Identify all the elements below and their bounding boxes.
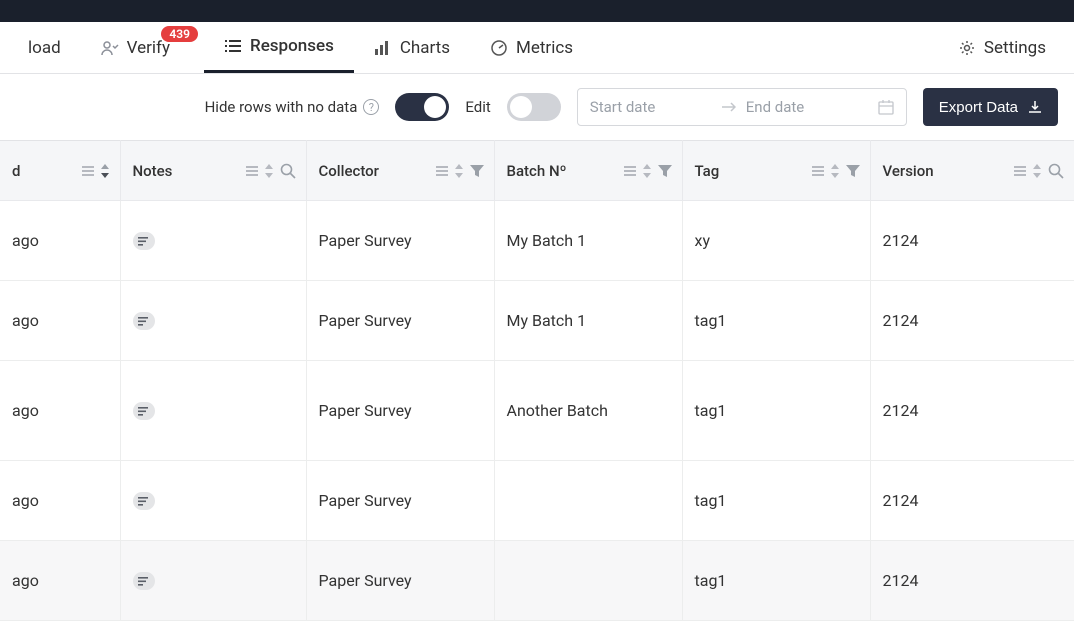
cell-version: 2124 [870, 201, 1074, 281]
note-icon[interactable] [133, 232, 155, 250]
hide-rows-toggle[interactable] [395, 93, 449, 121]
table-row[interactable]: ago Paper Survey tag1 2124 [0, 541, 1074, 621]
main-tabs: load Verify 439 Responses Charts Metrics… [0, 22, 1074, 74]
filter-icon[interactable] [658, 164, 672, 178]
table-row[interactable]: ago Paper Survey My Batch 1 tag1 2124 [0, 281, 1074, 361]
cell-notes[interactable] [120, 541, 306, 621]
sort-icon[interactable] [100, 164, 110, 178]
cell-time: ago [0, 201, 120, 281]
list-small-icon[interactable] [812, 166, 824, 176]
cell-version: 2124 [870, 361, 1074, 461]
sort-icon[interactable] [264, 164, 274, 178]
filter-icon[interactable] [470, 164, 484, 178]
bar-chart-icon [374, 39, 392, 57]
filter-icon[interactable] [846, 164, 860, 178]
col-header-batch[interactable]: Batch Nº [494, 141, 682, 201]
sort-icon[interactable] [830, 164, 840, 178]
export-button[interactable]: Export Data [923, 88, 1058, 126]
responses-table: d Notes Collector [0, 140, 1074, 621]
search-icon[interactable] [280, 163, 296, 179]
cell-batch [494, 541, 682, 621]
cell-notes[interactable] [120, 461, 306, 541]
arrow-right-icon [722, 102, 736, 112]
cell-notes[interactable] [120, 201, 306, 281]
download-icon [1028, 100, 1042, 114]
cell-collector: Paper Survey [306, 281, 494, 361]
table-header-row: d Notes Collector [0, 141, 1074, 201]
tab-verify[interactable]: Verify 439 [81, 22, 204, 73]
gauge-icon [490, 39, 508, 57]
tab-load[interactable]: load [8, 22, 81, 73]
sort-icon[interactable] [454, 164, 464, 178]
tab-charts-label: Charts [400, 38, 450, 58]
col-header-version[interactable]: Version [870, 141, 1074, 201]
sort-icon[interactable] [1032, 164, 1042, 178]
note-icon[interactable] [133, 572, 155, 590]
list-small-icon[interactable] [436, 166, 448, 176]
col-header-notes[interactable]: Notes [120, 141, 306, 201]
cell-collector: Paper Survey [306, 361, 494, 461]
cell-time: ago [0, 461, 120, 541]
settings-label: Settings [984, 38, 1046, 58]
edit-label: Edit [465, 98, 490, 116]
list-small-icon[interactable] [246, 166, 258, 176]
date-range-picker[interactable]: Start date End date [577, 88, 907, 126]
edit-toggle[interactable] [507, 93, 561, 121]
list-small-icon[interactable] [82, 166, 94, 176]
responses-table-wrap: d Notes Collector [0, 140, 1074, 621]
app-header-bar [0, 0, 1074, 22]
tab-metrics[interactable]: Metrics [470, 22, 593, 73]
list-icon [224, 37, 242, 55]
table-row[interactable]: ago Paper Survey tag1 2124 [0, 461, 1074, 541]
cell-batch [494, 461, 682, 541]
cell-batch: My Batch 1 [494, 201, 682, 281]
tab-load-label: load [28, 38, 61, 58]
list-small-icon[interactable] [624, 166, 636, 176]
sort-icon[interactable] [642, 164, 652, 178]
col-header-collector[interactable]: Collector [306, 141, 494, 201]
cell-notes[interactable] [120, 281, 306, 361]
verify-badge: 439 [161, 26, 198, 42]
cell-version: 2124 [870, 281, 1074, 361]
tab-responses[interactable]: Responses [204, 22, 354, 73]
cell-collector: Paper Survey [306, 541, 494, 621]
cell-tag: tag1 [682, 541, 870, 621]
gear-icon [958, 39, 976, 57]
col-header-tag[interactable]: Tag [682, 141, 870, 201]
calendar-icon [878, 99, 894, 115]
hide-rows-label: Hide rows with no data ? [205, 98, 380, 116]
cell-collector: Paper Survey [306, 461, 494, 541]
end-date-field[interactable]: End date [746, 98, 868, 116]
note-icon[interactable] [133, 492, 155, 510]
controls-bar: Hide rows with no data ? Edit Start date… [0, 74, 1074, 140]
cell-collector: Paper Survey [306, 201, 494, 281]
cell-time: ago [0, 361, 120, 461]
cell-tag: tag1 [682, 281, 870, 361]
cell-time: ago [0, 281, 120, 361]
help-icon[interactable]: ? [363, 99, 379, 115]
cell-batch: Another Batch [494, 361, 682, 461]
col-header-time[interactable]: d [0, 141, 120, 201]
tab-charts[interactable]: Charts [354, 22, 470, 73]
cell-notes[interactable] [120, 361, 306, 461]
list-small-icon[interactable] [1014, 166, 1026, 176]
tab-metrics-label: Metrics [516, 38, 573, 58]
cell-time: ago [0, 541, 120, 621]
search-icon[interactable] [1048, 163, 1064, 179]
cell-version: 2124 [870, 541, 1074, 621]
tab-responses-label: Responses [250, 36, 334, 56]
cell-tag: xy [682, 201, 870, 281]
start-date-field[interactable]: Start date [590, 98, 712, 116]
table-row[interactable]: ago Paper Survey My Batch 1 xy 2124 [0, 201, 1074, 281]
cell-version: 2124 [870, 461, 1074, 541]
cell-batch: My Batch 1 [494, 281, 682, 361]
cell-tag: tag1 [682, 461, 870, 541]
cell-tag: tag1 [682, 361, 870, 461]
export-button-label: Export Data [939, 99, 1018, 116]
table-row[interactable]: ago Paper Survey Another Batch tag1 2124 [0, 361, 1074, 461]
tab-settings[interactable]: Settings [938, 22, 1066, 73]
user-check-icon [101, 39, 119, 57]
note-icon[interactable] [133, 312, 155, 330]
note-icon[interactable] [133, 402, 155, 420]
